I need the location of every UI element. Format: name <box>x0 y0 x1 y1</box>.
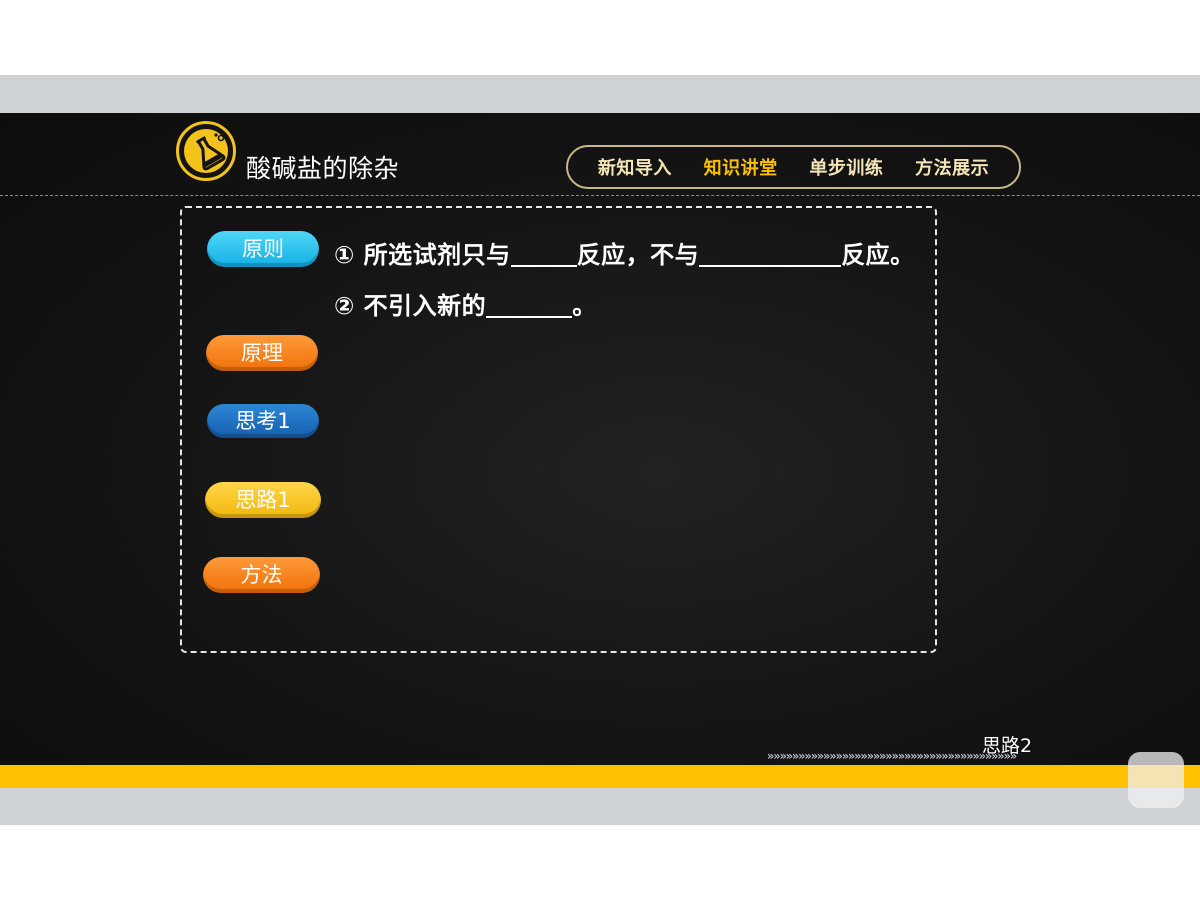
principle-line-1: ① 所选试剂只与 反应，不与 反应。 <box>334 235 915 270</box>
line2-suffix: 。 <box>572 292 597 320</box>
chevron-strip-icon: »»»»»»»»»»»»»»»»»»»»»»»»»»»»»»»»»»»»»»»» <box>767 749 1017 763</box>
nav-item-lecture[interactable]: 知识讲堂 <box>704 154 778 180</box>
flask-icon <box>195 133 226 171</box>
bottom-frame-bar <box>0 788 1200 825</box>
line1-suffix: 反应。 <box>841 241 915 269</box>
header-divider <box>0 195 1200 196</box>
nav-item-methods[interactable]: 方法展示 <box>915 154 989 180</box>
method-button[interactable]: 方法 <box>203 557 320 593</box>
page-title: 酸碱盐的除杂 <box>246 154 400 183</box>
floating-action-button[interactable] <box>1128 752 1184 808</box>
line1-middle: 反应，不与 <box>576 241 700 269</box>
blank-1 <box>510 241 577 267</box>
line2-prefix: ② 不引入新的 <box>334 292 487 320</box>
blank-3 <box>486 292 573 318</box>
chalkboard-slide: 酸碱盐的除杂 新知导入 知识讲堂 单步训练 方法展示 原则 原理 思考1 思路1… <box>0 113 1200 765</box>
logo <box>176 121 236 181</box>
approach-1-button[interactable]: 思路1 <box>205 482 321 518</box>
line1-prefix: ① 所选试剂只与 <box>334 241 511 269</box>
nav-item-training[interactable]: 单步训练 <box>809 154 883 180</box>
top-frame-bar <box>0 75 1200 113</box>
nav-item-intro[interactable]: 新知导入 <box>598 154 672 180</box>
principle-button[interactable]: 原则 <box>207 231 319 267</box>
theory-button[interactable]: 原理 <box>206 335 318 371</box>
footer-accent-bar <box>0 765 1200 788</box>
top-nav: 新知导入 知识讲堂 单步训练 方法展示 <box>566 145 1021 189</box>
blank-2 <box>699 241 842 267</box>
principle-line-2: ② 不引入新的 。 <box>334 286 597 321</box>
thinking-1-button[interactable]: 思考1 <box>207 404 319 438</box>
